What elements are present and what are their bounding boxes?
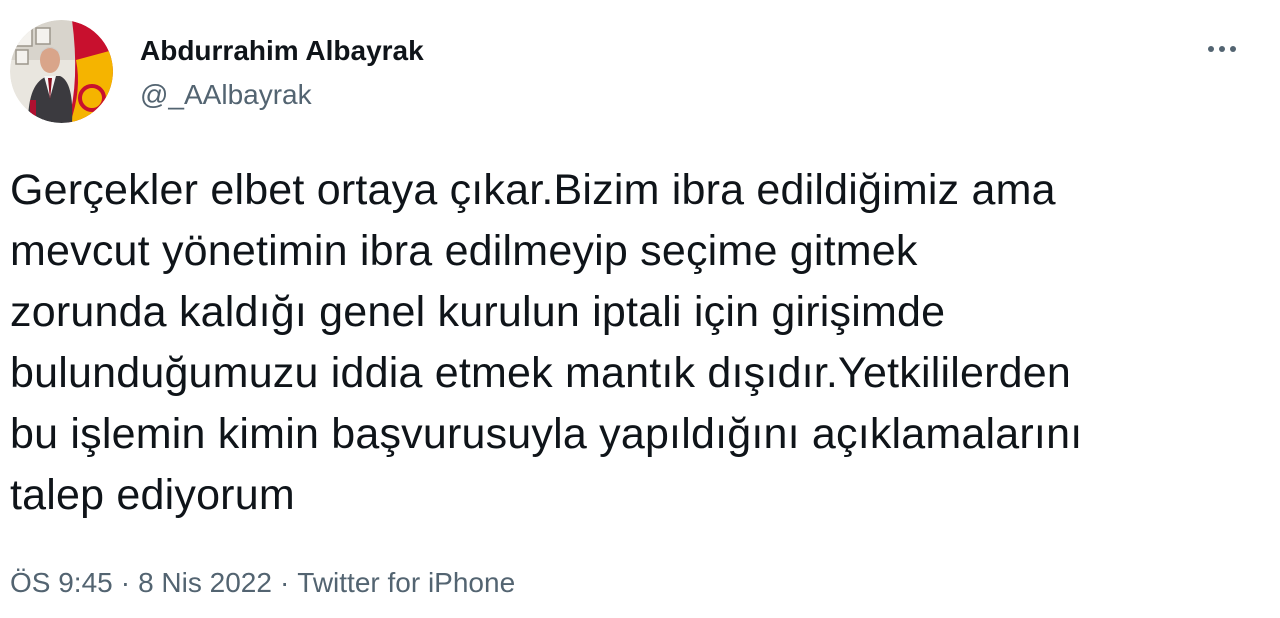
tweet-text-line: zorunda kaldığı genel kurulun iptali içi… [10, 288, 946, 336]
meta-separator: · [279, 567, 290, 598]
tweet-text-line: talep ediyorum [10, 471, 295, 519]
more-horizontal-icon-dot [1230, 46, 1236, 52]
meta-separator: · [120, 567, 131, 598]
more-horizontal-icon-dot [1219, 46, 1225, 52]
tweet-text: Gerçekler elbet ortaya çıkar.Bizim ibra … [10, 160, 1260, 526]
tweet-time-link[interactable]: ÖS 9:45 [10, 567, 113, 598]
more-options-button[interactable] [1198, 32, 1246, 66]
author-display-name[interactable]: Abdurrahim Albayrak [140, 34, 424, 68]
tweet-text-line: mevcut yönetimin ibra edilmeyip seçime g… [10, 227, 918, 275]
tweet-date-link[interactable]: 8 Nis 2022 [138, 567, 272, 598]
author-handle[interactable]: @_AAlbayrak [140, 78, 312, 112]
tweet-text-line: Gerçekler elbet ortaya çıkar.Bizim ibra … [10, 166, 1056, 214]
tweet-metadata: ÖS 9:45 · 8 Nis 2022 · Twitter for iPhone [10, 566, 515, 600]
tweet-card: Abdurrahim Albayrak @_AAlbayrak Gerçekle… [0, 0, 1280, 618]
more-horizontal-icon [1208, 46, 1214, 52]
tweet-text-line: bulunduğumuzu iddia etmek mantık dışıdır… [10, 349, 1071, 397]
tweet-text-line: bu işlemin kimin başvurusuyla yapıldığın… [10, 410, 1083, 458]
tweet-source-link[interactable]: Twitter for iPhone [297, 567, 515, 598]
avatar[interactable] [10, 20, 113, 123]
